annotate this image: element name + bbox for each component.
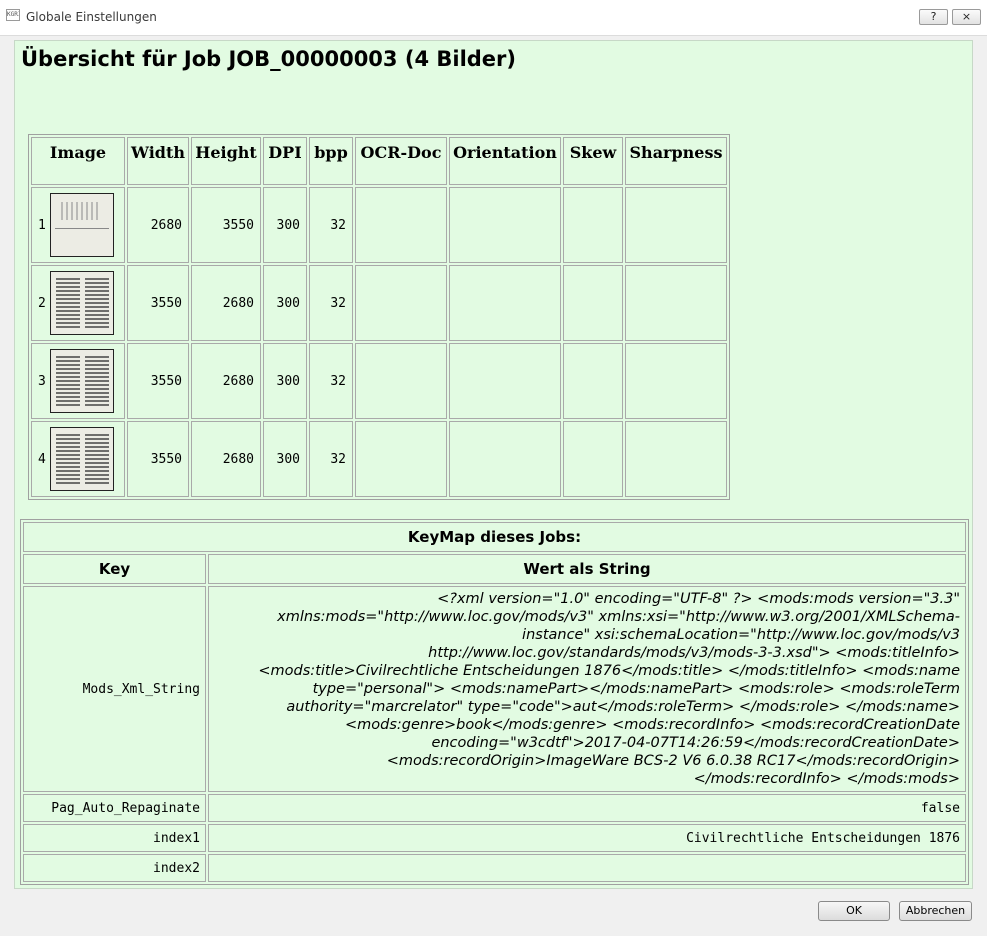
row-index: 1: [38, 217, 46, 233]
height-cell: 2680: [191, 421, 261, 497]
bpp-cell: 32: [309, 265, 353, 341]
page-title: Übersicht für Job JOB_00000003 (4 Bilder…: [21, 47, 516, 71]
width-cell: 3550: [127, 343, 189, 419]
keymap-key: Mods_Xml_String: [23, 586, 206, 792]
keymap-value: [208, 854, 966, 882]
cancel-button[interactable]: Abbrechen: [899, 901, 972, 921]
col-header-bpp: bpp: [309, 137, 353, 185]
skew-cell: [563, 265, 623, 341]
bpp-cell: 32: [309, 187, 353, 263]
images-table: Image Width Height DPI bpp OCR-Doc Orien…: [28, 134, 730, 500]
keymap-key: index1: [23, 824, 206, 852]
keymap-value: <?xml version="1.0" encoding="UTF-8" ?> …: [208, 586, 966, 792]
sharpness-cell: [625, 343, 727, 419]
keymap-key: Pag_Auto_Repaginate: [23, 794, 206, 822]
col-header-sharpness: Sharpness: [625, 137, 727, 185]
height-cell: 3550: [191, 187, 261, 263]
row-index: 3: [38, 373, 46, 389]
image-cell: 3: [31, 343, 125, 419]
ocr-doc-cell: [355, 187, 447, 263]
skew-cell: [563, 187, 623, 263]
keymap-title-row: KeyMap dieses Jobs:: [23, 522, 966, 552]
dpi-cell: 300: [263, 343, 307, 419]
bpp-cell: 32: [309, 343, 353, 419]
ocr-doc-cell: [355, 343, 447, 419]
help-button[interactable]: ?: [919, 9, 948, 25]
ok-button[interactable]: OK: [818, 901, 890, 921]
orientation-cell: [449, 343, 561, 419]
content-panel: Übersicht für Job JOB_00000003 (4 Bilder…: [14, 40, 973, 889]
height-cell: 2680: [191, 265, 261, 341]
image-thumbnail[interactable]: [50, 271, 114, 335]
image-cell: 1: [31, 187, 125, 263]
table-row: 3 3550 2680 300 32: [31, 343, 727, 419]
image-cell: 4: [31, 421, 125, 497]
keymap-row: index1 Civilrechtliche Entscheidungen 18…: [23, 824, 966, 852]
bpp-cell: 32: [309, 421, 353, 497]
keymap-header-row: Key Wert als String: [23, 554, 966, 584]
sharpness-cell: [625, 187, 727, 263]
width-cell: 3550: [127, 421, 189, 497]
ocr-doc-cell: [355, 265, 447, 341]
keymap-row: Mods_Xml_String <?xml version="1.0" enco…: [23, 586, 966, 792]
keymap-value: Civilrechtliche Entscheidungen 1876: [208, 824, 966, 852]
col-header-image: Image: [31, 137, 125, 185]
col-header-skew: Skew: [563, 137, 623, 185]
keymap-title: KeyMap dieses Jobs:: [23, 522, 966, 552]
col-header-key: Key: [23, 554, 206, 584]
keymap-table: KeyMap dieses Jobs: Key Wert als String …: [20, 519, 969, 885]
table-row: 1 2680 3550 300 32: [31, 187, 727, 263]
col-header-ocr-doc: OCR-Doc: [355, 137, 447, 185]
col-header-orientation: Orientation: [449, 137, 561, 185]
keymap-key: index2: [23, 854, 206, 882]
col-header-value: Wert als String: [208, 554, 966, 584]
sharpness-cell: [625, 265, 727, 341]
dpi-cell: 300: [263, 265, 307, 341]
keymap-row: Pag_Auto_Repaginate false: [23, 794, 966, 822]
image-thumbnail[interactable]: [50, 349, 114, 413]
orientation-cell: [449, 421, 561, 497]
orientation-cell: [449, 187, 561, 263]
col-header-dpi: DPI: [263, 137, 307, 185]
col-header-width: Width: [127, 137, 189, 185]
sharpness-cell: [625, 421, 727, 497]
orientation-cell: [449, 265, 561, 341]
dpi-cell: 300: [263, 421, 307, 497]
image-cell: 2: [31, 265, 125, 341]
height-cell: 2680: [191, 343, 261, 419]
width-cell: 3550: [127, 265, 189, 341]
row-index: 2: [38, 295, 46, 311]
dpi-cell: 300: [263, 187, 307, 263]
ocr-doc-cell: [355, 421, 447, 497]
skew-cell: [563, 343, 623, 419]
skew-cell: [563, 421, 623, 497]
keymap-row: index2: [23, 854, 966, 882]
keymap-value: false: [208, 794, 966, 822]
close-button[interactable]: ×: [952, 9, 981, 25]
images-header-row: Image Width Height DPI bpp OCR-Doc Orien…: [31, 137, 727, 185]
title-bar: KGRI Globale Einstellungen ? ×: [0, 0, 987, 36]
app-icon: KGRI: [6, 9, 20, 21]
table-row: 4 3550 2680 300 32: [31, 421, 727, 497]
image-thumbnail[interactable]: [50, 427, 114, 491]
row-index: 4: [38, 451, 46, 467]
table-row: 2 3550 2680 300 32: [31, 265, 727, 341]
window-title: Globale Einstellungen: [26, 10, 157, 24]
width-cell: 2680: [127, 187, 189, 263]
image-thumbnail[interactable]: [50, 193, 114, 257]
col-header-height: Height: [191, 137, 261, 185]
